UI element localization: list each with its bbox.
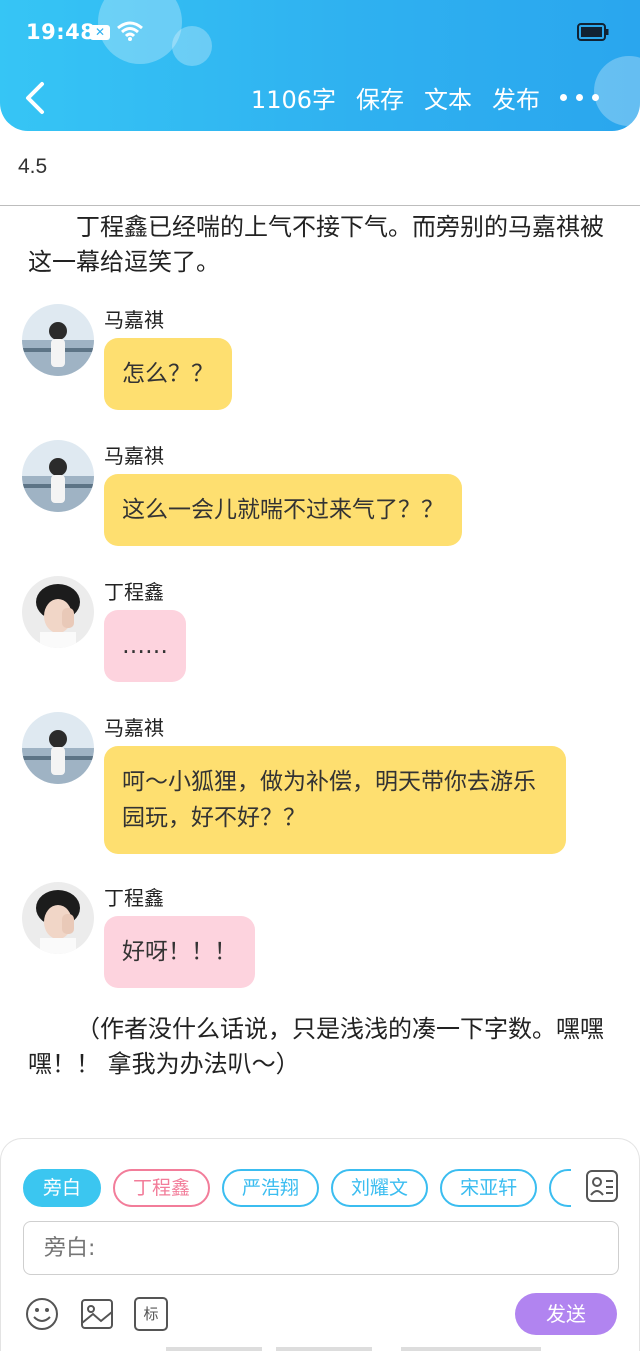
message-bubble[interactable]: …… (104, 610, 186, 682)
chat-message[interactable]: 丁程鑫 好呀！！！ (22, 882, 622, 992)
speaker-name: 马嘉祺 (104, 444, 164, 468)
image-icon[interactable] (80, 1297, 114, 1331)
back-button[interactable] (20, 78, 52, 118)
divider (0, 205, 640, 206)
message-bubble[interactable]: 怎么？？ (104, 338, 232, 410)
narration-text: 丁程鑫已经喘的上气不接下气。而旁别的马嘉祺被这一幕给逗笑了。 (28, 213, 604, 276)
avatar-ma-jiaqi[interactable] (22, 712, 94, 784)
notification-icon: ✕ (90, 25, 110, 40)
message-bubble[interactable]: 好呀！！！ (104, 916, 255, 988)
role-chip-song-yaxuan[interactable]: 宋亚轩 (440, 1169, 538, 1207)
send-button[interactable]: 发送 (515, 1293, 617, 1335)
save-button[interactable]: 保存 (356, 80, 404, 115)
scroll-indicator (166, 1347, 262, 1351)
contact-card-icon[interactable] (585, 1169, 619, 1203)
message-bubble[interactable]: 呵～小狐狸，做为补偿，明天带你去游乐园玩，好不好？？ (104, 746, 566, 854)
role-chip-ding-chengxin[interactable]: 丁程鑫 (113, 1169, 211, 1207)
chat-message[interactable]: 丁程鑫 …… (22, 576, 622, 686)
word-count: 1106字 (250, 86, 336, 114)
avatar-ding-chengxin[interactable] (22, 882, 94, 954)
battery-icon (577, 23, 609, 41)
role-chip-more[interactable] (549, 1169, 571, 1207)
speaker-name: 马嘉祺 (104, 716, 164, 740)
narration-text: （作者没什么话说，只是浅浅的凑一下字数。嘿嘿嘿！！ 拿我为办法叭～） (28, 1015, 604, 1078)
role-selector: 旁白 丁程鑫 严浩翔 刘耀文 宋亚轩 (23, 1169, 571, 1209)
message-bubble[interactable]: 这么一会儿就喘不过来气了？？ (104, 474, 462, 546)
decor-bubble (594, 56, 640, 126)
role-chip-yan-haoxiang[interactable]: 严浩翔 (222, 1169, 320, 1207)
speaker-name: 丁程鑫 (104, 886, 164, 910)
scroll-indicator (276, 1347, 372, 1351)
header-actions: 1106字 保存 文本 发布 (251, 80, 540, 115)
top-bar: 19:48 ✕ 1106字 保存 文本 发布 (0, 0, 640, 131)
chat-message[interactable]: 马嘉祺 怎么？？ (22, 304, 622, 414)
chapter-title[interactable]: 4.5 (18, 155, 47, 179)
emoji-icon[interactable] (25, 1297, 59, 1331)
chat-message[interactable]: 马嘉祺 这么一会儿就喘不过来气了？？ (22, 440, 622, 550)
role-chip-liu-yaowen[interactable]: 刘耀文 (331, 1169, 429, 1207)
composer-panel: 旁白丁程鑫严浩翔刘耀文宋亚轩 标 发送 (0, 1138, 640, 1351)
speaker-name: 丁程鑫 (104, 580, 164, 604)
avatar-ma-jiaqi[interactable] (22, 304, 94, 376)
message-input[interactable] (23, 1221, 619, 1275)
more-menu-button[interactable] (560, 92, 600, 104)
scroll-indicator (401, 1347, 541, 1351)
wifi-icon (117, 21, 143, 41)
status-time: 19:48 (26, 20, 96, 44)
text-button[interactable]: 文本 (424, 80, 472, 115)
speaker-name: 马嘉祺 (104, 308, 164, 332)
decor-bubble (172, 26, 212, 66)
tag-icon[interactable]: 标 (134, 1297, 168, 1331)
avatar-ding-chengxin[interactable] (22, 576, 94, 648)
publish-button[interactable]: 发布 (492, 80, 540, 115)
chat-message[interactable]: 马嘉祺 呵～小狐狸，做为补偿，明天带你去游乐园玩，好不好？？ (22, 712, 622, 858)
role-chip-narration[interactable]: 旁白 (23, 1169, 102, 1207)
avatar-ma-jiaqi[interactable] (22, 440, 94, 512)
